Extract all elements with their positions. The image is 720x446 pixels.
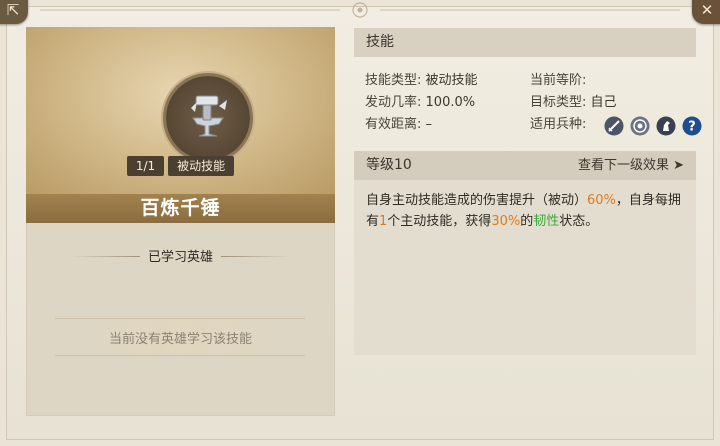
target-row: 目标类型: 自己 xyxy=(530,93,617,113)
question-icon[interactable]: ? xyxy=(682,116,702,136)
desc-text-1: 自身主动技能造成的伤害提升（被动） xyxy=(366,193,588,208)
units-label: 适用兵种: xyxy=(530,117,587,132)
level-label: 等级10 xyxy=(366,157,412,173)
range-row: 有效距离: – xyxy=(365,115,432,135)
close-button[interactable]: ✕ xyxy=(692,0,720,24)
horse-icon[interactable] xyxy=(656,116,676,136)
trigger-rate-row: 发动几率: 100.0% xyxy=(365,93,475,113)
skill-card: 1/1 被动技能 百炼千锤 xyxy=(26,27,335,416)
svg-text:?: ? xyxy=(689,120,697,135)
back-arrow-icon: ⇱ xyxy=(6,1,20,19)
section-title-skill: 技能 xyxy=(354,28,696,57)
target-label: 目标类型: xyxy=(530,95,587,110)
trigger-rate-label: 发动几率: xyxy=(365,95,422,110)
learned-heroes-heading: 已学习英雄 xyxy=(147,250,213,265)
skill-type-value: 被动技能 xyxy=(425,73,478,88)
skill-level-count: 1/1 xyxy=(126,156,165,176)
desc-keyword-tenacity: 韧性 xyxy=(533,214,560,229)
trigger-rate-value: 100.0% xyxy=(425,95,476,110)
view-next-level-link[interactable]: 查看下一级效果 ➤ xyxy=(578,151,684,180)
desc-value-tenacity: 30% xyxy=(491,214,521,229)
desc-text-5: 状态。 xyxy=(559,214,599,229)
skill-description: 自身主动技能造成的伤害提升（被动）60%，自身每拥有1个主动技能，获得30%的韧… xyxy=(354,180,696,355)
target-value: 自己 xyxy=(590,95,617,110)
units-row: 适用兵种: xyxy=(530,115,586,135)
back-button[interactable]: ⇱ xyxy=(0,0,28,24)
skill-type-label: 技能类型: xyxy=(365,73,422,88)
skill-kind-badge: 被动技能 xyxy=(168,156,235,176)
sword-icon[interactable] xyxy=(604,116,624,136)
unit-icons: ? xyxy=(604,116,703,138)
skill-icon-frame xyxy=(166,76,250,160)
desc-text-3: 个主动技能，获得 xyxy=(387,214,492,229)
desc-value-damage: 60% xyxy=(587,193,616,208)
stage-row: 当前等阶: xyxy=(530,71,586,91)
stage-label: 当前等阶: xyxy=(530,73,587,88)
anvil-hammer-icon xyxy=(191,95,227,137)
target-icon[interactable] xyxy=(630,116,650,136)
close-x-icon: ✕ xyxy=(700,1,714,19)
level-bar: 等级10 查看下一级效果 ➤ xyxy=(354,151,696,180)
skill-name: 百炼千锤 xyxy=(26,194,335,223)
range-value: – xyxy=(425,117,433,132)
desc-text-4: 的 xyxy=(520,214,534,229)
skill-meta-row: 1/1 被动技能 xyxy=(26,156,335,178)
top-ornament xyxy=(40,2,680,18)
empty-state-text: 当前没有英雄学习该技能 xyxy=(108,332,252,347)
skill-type-row: 技能类型: 被动技能 xyxy=(365,71,478,91)
range-label: 有效距离: xyxy=(365,117,422,132)
